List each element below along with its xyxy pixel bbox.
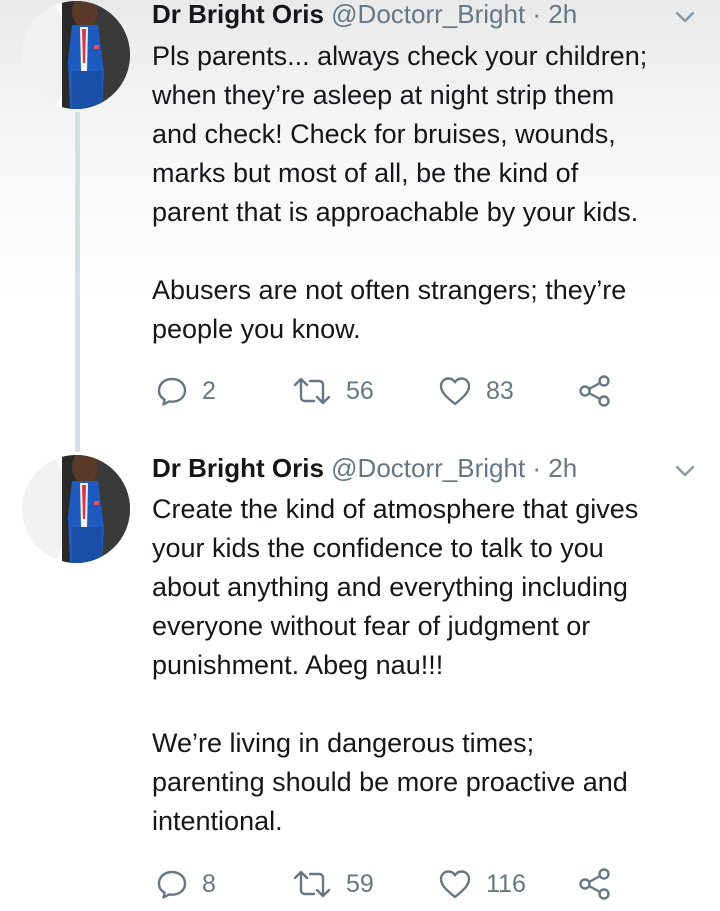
like-button[interactable]: 83 xyxy=(438,371,514,411)
retweet-button[interactable]: 56 xyxy=(292,371,374,411)
chevron-down-icon[interactable] xyxy=(672,458,698,484)
timestamp[interactable]: · 2h xyxy=(532,0,577,29)
like-count: 83 xyxy=(486,376,514,405)
reply-button[interactable]: 2 xyxy=(156,371,216,411)
share-icon xyxy=(579,375,610,407)
reply-icon xyxy=(157,377,187,406)
tweet-header: Dr Bright Oris @Doctorr_Bright · 2h xyxy=(152,450,577,486)
retweet-count: 59 xyxy=(346,869,374,898)
tweet[interactable]: Dr Bright Oris @Doctorr_Bright · 2h Pls … xyxy=(0,0,720,440)
retweet-icon xyxy=(293,870,331,898)
tweet[interactable]: Dr Bright Oris @Doctorr_Bright · 2h Crea… xyxy=(0,440,720,911)
tweet-header: Dr Bright Oris @Doctorr_Bright · 2h xyxy=(152,0,577,32)
retweet-icon xyxy=(293,377,331,405)
tweet-text: Create the kind of atmosphere that gives… xyxy=(152,490,708,841)
reply-count: 8 xyxy=(202,869,216,898)
user-handle[interactable]: @Doctorr_Bright xyxy=(331,453,525,483)
tweet-actions: 8 59 116 xyxy=(152,864,632,904)
tweet-actions: 2 56 83 xyxy=(152,371,632,411)
avatar[interactable] xyxy=(22,1,130,109)
share-icon xyxy=(579,868,610,900)
reply-button[interactable]: 8 xyxy=(156,864,216,904)
display-name[interactable]: Dr Bright Oris xyxy=(152,0,324,29)
profile-photo xyxy=(22,1,130,109)
heart-icon xyxy=(439,377,471,406)
retweet-count: 56 xyxy=(346,376,374,405)
chevron-down-icon[interactable] xyxy=(672,4,698,30)
share-button[interactable] xyxy=(578,371,612,411)
timestamp[interactable]: · 2h xyxy=(532,453,577,483)
share-button[interactable] xyxy=(578,864,612,904)
tweet-text: Pls parents... always check your childre… xyxy=(152,37,708,349)
reply-count: 2 xyxy=(202,376,216,405)
tweet-paragraph: Abusers are not often strangers; they’re… xyxy=(152,275,627,344)
retweet-button[interactable]: 59 xyxy=(292,864,374,904)
profile-photo xyxy=(22,455,130,563)
tweet-paragraph: We’re living in dangerous times; parenti… xyxy=(152,728,628,836)
like-button[interactable]: 116 xyxy=(438,864,526,904)
like-count: 116 xyxy=(486,869,526,898)
tweet-paragraph: Pls parents... always check your childre… xyxy=(152,41,648,227)
display-name[interactable]: Dr Bright Oris xyxy=(152,453,324,483)
heart-icon xyxy=(439,870,471,899)
avatar[interactable] xyxy=(22,455,130,563)
tweet-paragraph: Create the kind of atmosphere that gives… xyxy=(152,494,639,680)
user-handle[interactable]: @Doctorr_Bright xyxy=(331,0,525,29)
reply-icon xyxy=(157,870,187,899)
